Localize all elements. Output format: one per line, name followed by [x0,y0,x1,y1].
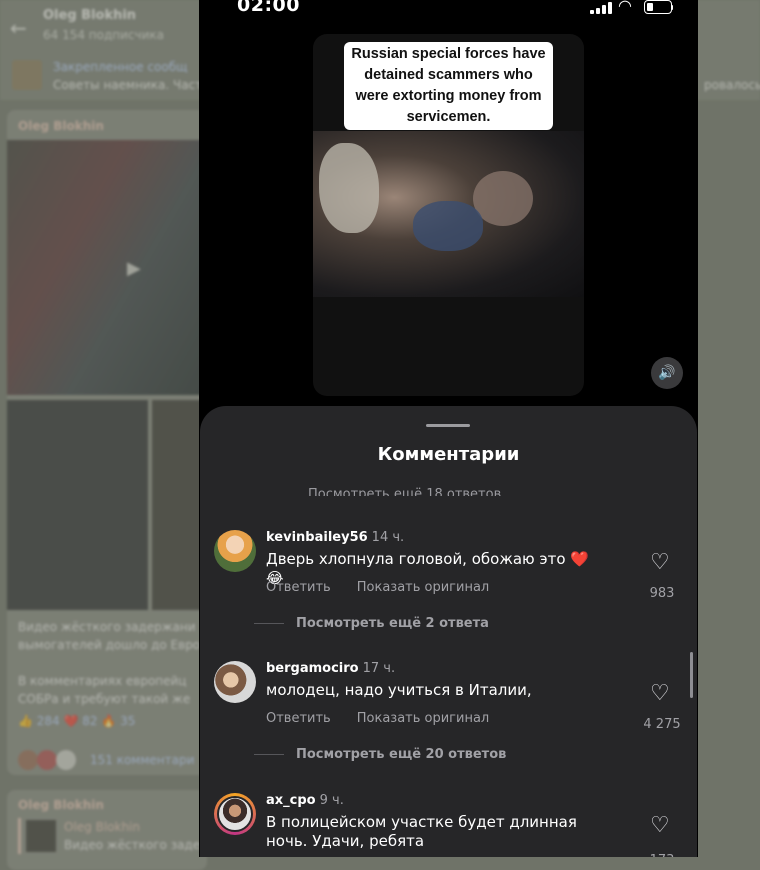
comments-link[interactable]: 151 комментари [90,753,194,767]
reply-button[interactable]: Ответить [266,711,331,726]
more-replies-link[interactable]: Посмотреть ещё 20 ответов [254,747,506,762]
more-replies-link[interactable]: Посмотреть ещё 18 ответов [308,484,501,496]
username-text[interactable]: kevinbailey56 [266,530,368,545]
pinned-text-tail: ровалось. [704,78,760,92]
wifi-icon: ◠ [618,0,632,15]
like-count: 983 [649,586,675,601]
comments-sheet: Комментарии Посмотреть ещё 18 ответов ke… [200,406,697,857]
avatar [37,750,58,770]
reply-text: Видео жёсткого задер [64,838,208,852]
like-count: 4 275 [643,717,681,732]
sheet-title: Комментарии [377,444,520,465]
comment-username[interactable]: ax_cpo 9 ч. [266,793,344,808]
subscriber-count: 64 154 подписчика [43,28,165,42]
username-text[interactable]: ax_cpo [266,793,316,808]
battery-icon [644,0,673,14]
back-arrow-icon[interactable]: ← [10,16,27,40]
speaker-icon[interactable]: 🔊 [651,357,683,389]
username-text[interactable]: bergamociro [266,661,359,676]
video-player[interactable]: Russian special forces have detained sca… [313,34,584,396]
reply-button[interactable]: Ответить [266,580,331,595]
play-icon[interactable]: ▶ [127,258,141,279]
pinned-text[interactable]: Советы наемника. Част [53,78,202,92]
comment-text: В полицейском участке будет длинная ночь… [266,813,577,850]
post-video[interactable] [7,140,207,395]
video-frame [313,131,584,297]
avatar-with-story-ring[interactable] [214,793,256,835]
comment-text: молодец, надо учиться в Италии, [266,681,532,699]
comment-actions: Ответить Показать оригинал [266,580,515,595]
heart-icon[interactable]: ♡ [650,815,670,837]
reply-author: Oleg Blokhin [64,820,140,834]
pinned-thumbnail[interactable] [12,60,42,90]
more-replies-link[interactable]: Посмотреть ещё 2 ответа [254,616,489,631]
commenter-avatars [18,750,78,772]
phone-screenshot[interactable]: 02:00 ◠ Russian special forces have deta… [199,0,698,857]
comment-username[interactable]: bergamociro 17 ч. [266,661,395,676]
post-image[interactable] [152,400,202,610]
post-caption: Видео жёсткого задержани вымогателей дош… [18,620,201,652]
avatar [18,750,38,770]
channel-name[interactable]: Oleg Blokhin [43,8,136,23]
video-caption: Russian special forces have detained sca… [344,42,553,130]
sheet-grabber[interactable] [426,424,470,427]
post-image[interactable] [7,400,148,610]
post-author[interactable]: Oleg Blokhin [18,798,104,812]
comment-time: 17 ч. [362,661,396,676]
show-original-button[interactable]: Показать оригинал [357,580,490,595]
heart-icon[interactable]: ♡ [650,552,670,574]
reply-thumbnail [26,820,56,852]
avatar [217,796,253,832]
comment-time: 14 ч. [371,530,405,545]
post-author[interactable]: Oleg Blokhin [18,119,104,133]
avatar[interactable] [214,530,256,572]
comment-actions: Ответить Показать оригинал [266,711,515,726]
heart-icon[interactable]: ♡ [650,683,670,705]
like-count: 173 [634,853,690,857]
status-time: 02:00 [237,0,300,16]
comment-time: 9 ч. [319,793,344,808]
reactions-bar[interactable]: 👍 284 ❤️ 82 🔥 35 [18,714,135,728]
pinned-title[interactable]: Закрепленное сообщ [53,60,187,74]
comment-username[interactable]: kevinbailey56 14 ч. [266,530,404,545]
avatar [56,750,77,770]
reply-quote-bar [18,818,21,854]
show-original-button[interactable]: Показать оригинал [357,711,490,726]
post-caption: В комментариях европейц СОБРа и требуют … [18,674,191,706]
scrollbar[interactable] [690,652,693,698]
avatar[interactable] [214,661,256,703]
signal-icon [590,2,612,14]
